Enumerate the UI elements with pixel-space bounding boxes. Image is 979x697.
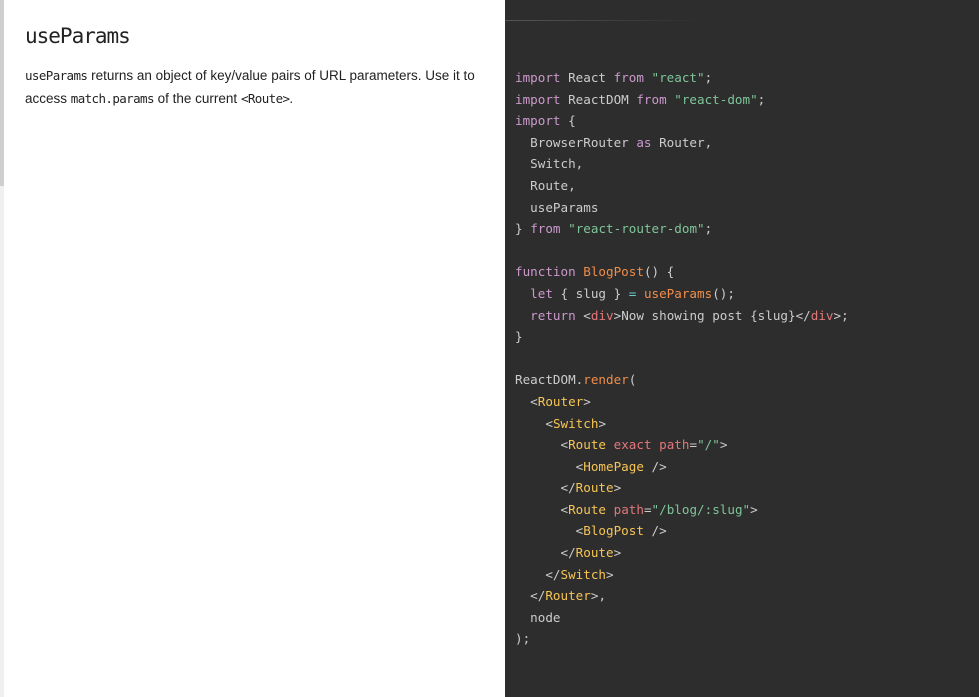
code-token: ; — [757, 91, 766, 107]
code-token: div — [590, 307, 614, 323]
code-token: Switch — [552, 415, 599, 431]
code-token: > — [719, 437, 728, 453]
code-token: ; — [841, 307, 849, 323]
code-token: Route — [575, 545, 614, 561]
code-token: > — [613, 545, 622, 561]
code-token: exact — [613, 437, 652, 453]
description-text: . — [289, 91, 294, 106]
code-token: = — [689, 437, 698, 453]
code-token: } — [515, 221, 523, 237]
code-token: < — [530, 393, 538, 409]
docs-panel: useParams useParams returns an object of… — [0, 0, 505, 697]
code-token: function — [515, 264, 576, 280]
code-token: Router, — [651, 134, 713, 150]
code-token: > — [613, 480, 622, 496]
code-token: = — [628, 285, 637, 301]
code-token: Route — [575, 480, 614, 496]
code-token: div — [810, 307, 834, 323]
code-token: Switch — [560, 566, 607, 582]
code-token: ; — [704, 221, 713, 237]
description-text: of the current — [153, 91, 241, 106]
code-token: import — [515, 91, 561, 107]
code-token: Router — [545, 588, 591, 604]
code-token: < — [560, 437, 569, 453]
code-token: as — [636, 134, 652, 150]
code-token: { — [560, 113, 576, 129]
code-token: < — [583, 307, 591, 323]
code-token: Route, — [530, 177, 576, 193]
code-token: BrowserRouter — [530, 134, 629, 150]
code-token: "/" — [697, 437, 720, 453]
code-token: , — [598, 588, 607, 604]
code-token: let — [530, 285, 553, 301]
code-token: Now showing post {slug} — [621, 307, 796, 323]
code-token: ( — [628, 372, 637, 388]
code-token: render — [583, 372, 629, 388]
code-token: } — [515, 329, 523, 345]
code-token: > — [606, 566, 614, 582]
code-token: return — [530, 307, 576, 323]
code-token: Route — [568, 437, 607, 453]
code-token: > — [750, 501, 758, 517]
code-token: /> — [643, 523, 667, 539]
left-scroll-thumb[interactable] — [0, 0, 4, 186]
code-token: < — [545, 415, 553, 431]
code-token: </ — [545, 566, 561, 582]
code-token: BlogPost — [583, 523, 644, 539]
code-token: > — [833, 307, 842, 323]
code-panel: import React from "react"; import ReactD… — [505, 0, 979, 697]
code-token: ; — [704, 70, 713, 85]
inline-code: useParams — [25, 68, 88, 83]
code-token: (); — [712, 285, 735, 301]
code-token: Route — [568, 501, 607, 517]
code-token: ReactDOM — [560, 91, 637, 107]
inline-code: <Route> — [240, 91, 290, 106]
code-token: HomePage — [583, 458, 644, 474]
code-token: () { — [643, 264, 675, 280]
description: useParams returns an object of key/value… — [25, 64, 485, 110]
code-panel-divider — [505, 20, 705, 21]
code-token: React — [560, 70, 614, 85]
code-token: from — [530, 221, 561, 237]
code-token: Router — [537, 393, 584, 409]
code-token: useParams — [530, 199, 599, 215]
code-token: import — [515, 70, 561, 85]
code-token: Switch, — [530, 156, 584, 172]
code-token: ReactDOM — [515, 372, 576, 388]
code-token: import — [515, 113, 561, 129]
code-token: useParams — [643, 285, 713, 301]
code-token: < — [560, 501, 569, 517]
code-token: ); — [515, 631, 531, 647]
code-token: "react-router-dom" — [568, 221, 705, 237]
code-token: </ — [560, 545, 576, 561]
code-token: = — [643, 501, 652, 517]
inline-code: match.params — [70, 91, 155, 106]
code-token: </ — [530, 588, 546, 604]
code-token: from — [613, 70, 644, 85]
code-token: /> — [643, 458, 667, 474]
code-token: "/blog/:slug" — [651, 501, 751, 517]
code-token: "react-dom" — [674, 91, 758, 107]
code-token: "react" — [651, 70, 705, 85]
code-token: BlogPost — [583, 264, 644, 280]
code-token: path — [659, 437, 690, 453]
code-token: node — [530, 609, 561, 625]
code-token: from — [636, 91, 667, 107]
code-token: path — [613, 501, 644, 517]
code-token: > — [583, 393, 591, 409]
code-token: { slug } — [552, 285, 629, 301]
code-token: </ — [560, 480, 576, 496]
page-title: useParams — [25, 24, 131, 48]
code-token: </ — [795, 307, 811, 323]
code-block: import React from "react"; import ReactD… — [515, 67, 849, 650]
code-token: > — [598, 415, 607, 431]
